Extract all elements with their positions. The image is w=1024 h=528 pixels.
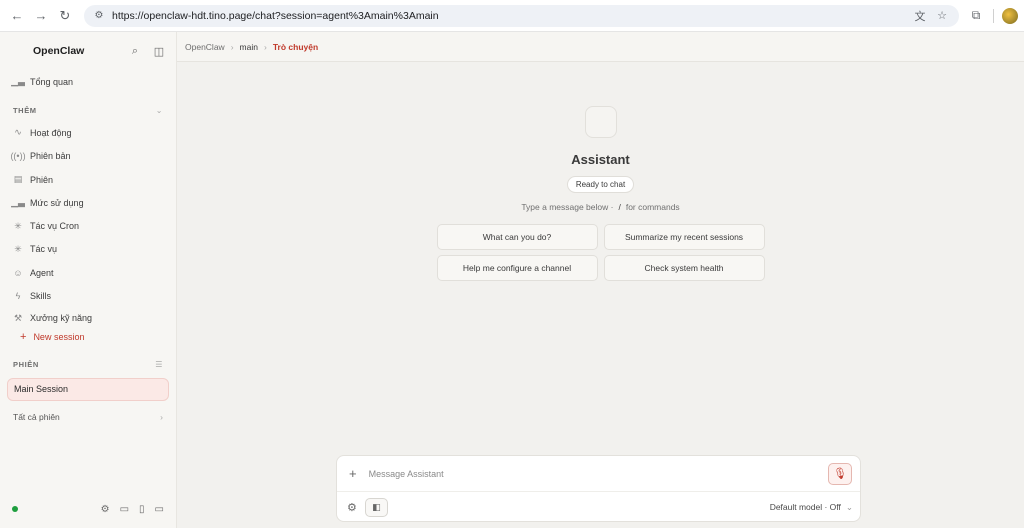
session-item-main[interactable]: Main Session — [7, 377, 169, 401]
sidebar: OpenClaw ⌕ ◫ ▁▃ Tổng quan THÊM ⌄ ∿ Hoạt … — [0, 32, 177, 528]
sidebar-item-tasks[interactable]: ✳ Tác vụ — [0, 238, 176, 261]
loader-icon: ✳ — [14, 220, 22, 231]
sidebar-item-activity[interactable]: ∿ Hoạt động — [0, 121, 176, 144]
profile-avatar[interactable] — [1002, 7, 1018, 24]
suggestion-button[interactable]: Help me configure a channel — [436, 255, 598, 281]
sidebar-item-label: Phiên — [30, 174, 54, 185]
assistant-title: Assistant — [571, 152, 630, 167]
sidebar-item-overview[interactable]: ▁▃ Tổng quan — [0, 70, 176, 93]
sidebar-item-label: Hoạt động — [30, 127, 72, 138]
bookmark-star-icon[interactable]: ☆ — [933, 7, 951, 25]
settings-icon[interactable]: ⚙ — [347, 501, 357, 514]
sidebar-item-sessions[interactable]: ▤ Phiên — [0, 168, 176, 191]
brand-name: OpenClaw — [33, 45, 85, 57]
translate-icon[interactable]: 文 — [911, 7, 929, 25]
sidebar-item-label: Tổng quan — [30, 76, 74, 87]
message-composer: + Message Assistant 🎙 ⚙ ◧ Default model … — [336, 455, 861, 522]
sidebar-item-label: Agent — [30, 267, 54, 278]
monitor-icon[interactable]: ▭ — [155, 504, 164, 515]
model-selector[interactable]: Default model · Off ⌄ — [770, 502, 853, 513]
bar-chart-icon: ▁▃ — [11, 197, 25, 208]
sidebar-item-instances[interactable]: ((•)) Phiên bản — [0, 145, 176, 168]
section-label: THÊM — [13, 105, 37, 115]
robot-icon: ☺ — [13, 267, 23, 278]
toolbar-divider — [993, 8, 994, 23]
hint-key: / — [618, 202, 621, 212]
all-sessions-link[interactable]: Tất cả phiên › — [0, 406, 176, 428]
sidebar-item-label: Tác vụ Cron — [30, 221, 80, 232]
suggestion-button[interactable]: Check system health — [603, 255, 765, 281]
section-label: PHIÊN — [13, 360, 39, 370]
new-session-label: New session — [33, 331, 85, 342]
address-bar[interactable]: ⚙ https://openclaw-hdt.tino.page/chat?se… — [84, 4, 959, 27]
reload-icon[interactable]: ↻ — [54, 5, 76, 27]
assistant-avatar — [584, 106, 617, 138]
status-badge: Ready to chat — [566, 176, 635, 193]
broadcast-icon: ((•)) — [10, 151, 26, 162]
url-text[interactable]: https://openclaw-hdt.tino.page/chat?sess… — [112, 10, 907, 22]
sidebar-footer: ⚙ ▭ ▯ ▭ — [0, 500, 176, 518]
hint-suffix: for commands — [625, 202, 680, 212]
section-sessions-header: PHIÊN ☰ — [0, 354, 176, 376]
attach-plus-icon[interactable]: + — [349, 466, 357, 481]
search-icon[interactable]: ⌕ — [128, 45, 142, 58]
sidebar-item-cron[interactable]: ✳ Tác vụ Cron — [0, 214, 176, 237]
bar-chart-icon: ▁▃ — [11, 76, 25, 87]
microphone-icon[interactable]: 🎙 — [828, 462, 852, 485]
plus-icon: + — [20, 330, 27, 343]
section-more-header[interactable]: THÊM ⌄ — [0, 99, 176, 121]
sidebar-item-label: Tác vụ — [30, 244, 58, 255]
document-icon: ▤ — [13, 174, 23, 185]
sidebar-item-usage[interactable]: ▁▃ Mức sử dụng — [0, 191, 176, 214]
sidebar-item-label: Xưởng kỹ năng — [30, 312, 92, 323]
session-label: Main Session — [14, 384, 69, 395]
activity-icon: ∿ — [14, 127, 22, 138]
sidebar-item-skills[interactable]: ϟ Skills — [0, 284, 176, 307]
all-sessions-label: Tất cả phiên — [13, 411, 60, 422]
command-hint: Type a message below · / for commands — [521, 202, 679, 212]
suggestion-button[interactable]: Summarize my recent sessions — [603, 224, 765, 250]
sidebar-item-label: Phiên bản — [30, 151, 71, 162]
status-online-indicator — [12, 506, 18, 512]
forward-icon[interactable]: → — [30, 5, 52, 27]
model-label: Default model · Off — [769, 501, 841, 512]
sidebar-item-skill-workshop[interactable]: ⚒ Xưởng kỹ năng — [0, 308, 176, 326]
suggestion-button[interactable]: What can you do? — [436, 224, 598, 250]
filter-icon[interactable]: ☰ — [155, 360, 163, 369]
suggestion-grid: What can you do? Summarize my recent ses… — [436, 224, 765, 281]
hint-prefix: Type a message below · — [521, 202, 614, 212]
bolt-icon: ϟ — [15, 291, 21, 302]
site-settings-icon[interactable]: ⚙ — [92, 9, 106, 23]
sidebar-header: OpenClaw ⌕ ◫ — [0, 32, 176, 70]
collapse-sidebar-icon[interactable]: ◫ — [152, 45, 166, 58]
extensions-icon[interactable]: ⧉ — [967, 7, 985, 25]
tool-icon: ⚒ — [13, 312, 23, 323]
chat-empty-state: Assistant Ready to chat Type a message b… — [177, 32, 1024, 281]
loader-icon: ✳ — [14, 243, 22, 254]
book-icon[interactable]: ▭ — [120, 504, 129, 515]
chevron-down-icon: ⌄ — [845, 501, 853, 512]
sidebar-item-label: Skills — [30, 291, 52, 302]
chat-main: OpenClaw › main › Trò chuyện Assistant R… — [177, 32, 1024, 528]
back-icon[interactable]: ← — [6, 5, 28, 27]
new-session-button[interactable]: + New session — [0, 326, 176, 348]
chevron-down-icon: ⌄ — [155, 105, 163, 115]
mobile-icon[interactable]: ▯ — [139, 504, 145, 515]
message-input[interactable]: Message Assistant — [369, 469, 828, 479]
side-panel-icon[interactable]: ◧ — [364, 497, 388, 517]
sidebar-item-label: Mức sử dụng — [30, 197, 84, 208]
chevron-right-icon: › — [160, 411, 163, 422]
settings-icon[interactable]: ⚙ — [101, 504, 110, 515]
browser-toolbar: ← → ↻ ⚙ https://openclaw-hdt.tino.page/c… — [0, 0, 1024, 32]
app-root: OpenClaw ⌕ ◫ ▁▃ Tổng quan THÊM ⌄ ∿ Hoạt … — [0, 32, 1024, 528]
sidebar-item-agent[interactable]: ☺ Agent — [0, 261, 176, 284]
